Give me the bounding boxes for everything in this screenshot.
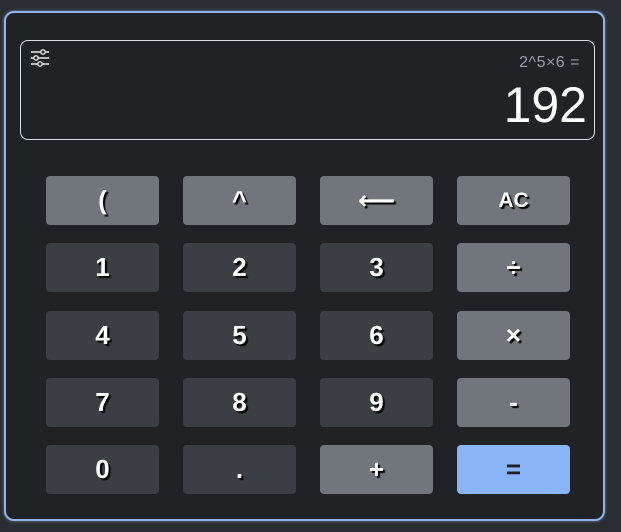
digit-4-button[interactable]: 4	[46, 311, 159, 360]
divide-button[interactable]: ÷	[457, 243, 570, 292]
power-button[interactable]: ^	[183, 176, 296, 225]
digit-8-button[interactable]: 8	[183, 378, 296, 427]
digit-2-button[interactable]: 2	[183, 243, 296, 292]
calculator-window: 2^5×6 = 192 ( ^ ⟵ AC 1 2 3 ÷ 4 5 6 × 7 8…	[4, 11, 605, 521]
digit-3-button[interactable]: 3	[320, 243, 433, 292]
backspace-button[interactable]: ⟵	[320, 176, 433, 225]
decimal-button[interactable]: .	[183, 445, 296, 494]
digit-5-button[interactable]: 5	[183, 311, 296, 360]
all-clear-button[interactable]: AC	[457, 176, 570, 225]
open-paren-button[interactable]: (	[46, 176, 159, 225]
multiply-button[interactable]: ×	[457, 311, 570, 360]
equals-button[interactable]: =	[457, 445, 570, 494]
digit-6-button[interactable]: 6	[320, 311, 433, 360]
digit-7-button[interactable]: 7	[46, 378, 159, 427]
subtract-button[interactable]: -	[457, 378, 570, 427]
add-button[interactable]: +	[320, 445, 433, 494]
result-text: 192	[503, 77, 587, 133]
digit-0-button[interactable]: 0	[46, 445, 159, 494]
calculator-display: 2^5×6 = 192	[20, 40, 595, 140]
digit-1-button[interactable]: 1	[46, 243, 159, 292]
expression-text: 2^5×6 =	[519, 54, 580, 71]
sliders-icon[interactable]	[30, 49, 50, 67]
digit-9-button[interactable]: 9	[320, 378, 433, 427]
